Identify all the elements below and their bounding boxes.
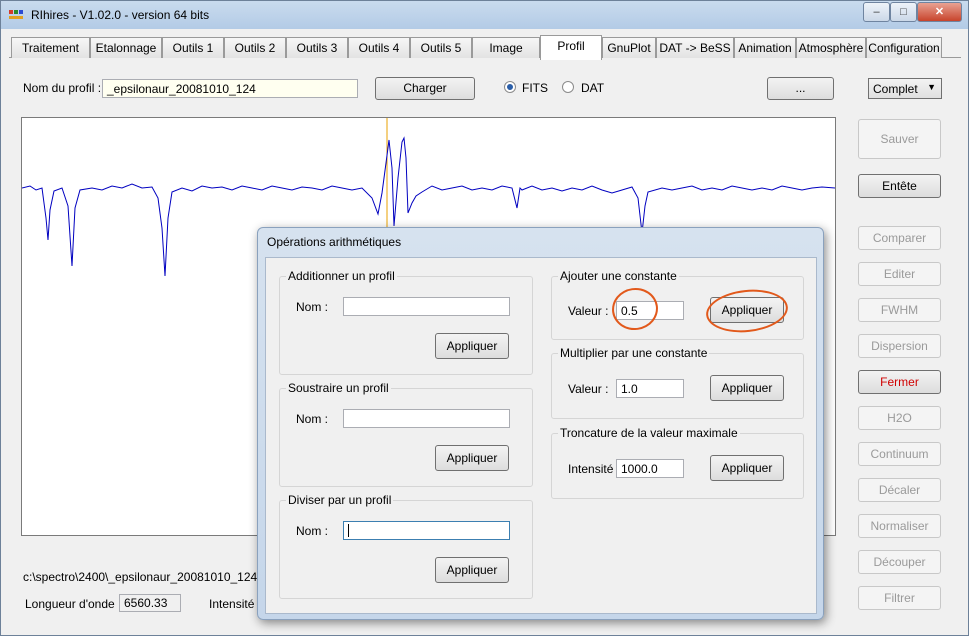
tab-outils-2[interactable]: Outils 2: [224, 37, 286, 58]
subtract-profile-group: Soustraire un profil Nom : Appliquer: [279, 381, 533, 487]
browse-button[interactable]: ...: [767, 77, 834, 100]
add-profile-group: Additionner un profil Nom : Appliquer: [279, 269, 533, 375]
subtract-profile-title: Soustraire un profil: [286, 381, 391, 395]
dispersion-button[interactable]: Dispersion: [858, 334, 941, 358]
continuum-button[interactable]: Continuum: [858, 442, 941, 466]
tab-traitement[interactable]: Traitement: [11, 37, 90, 58]
mode-select-value: Complet: [873, 82, 918, 96]
tab-atmosphere[interactable]: Atmosphère: [796, 37, 866, 58]
arithmetic-dialog: Opérations arithmétiques Additionner un …: [257, 227, 824, 620]
wavelength-label: Longueur d'onde :: [25, 597, 122, 611]
tab-outils-4[interactable]: Outils 4: [348, 37, 410, 58]
filter-button[interactable]: Filtrer: [858, 586, 941, 610]
tab-animation[interactable]: Animation: [734, 37, 796, 58]
mode-select[interactable]: Complet ▼: [868, 78, 942, 99]
fwhm-button[interactable]: FWHM: [858, 298, 941, 322]
tab-outils-3[interactable]: Outils 3: [286, 37, 348, 58]
add-profile-title: Additionner un profil: [286, 269, 397, 283]
header-button[interactable]: Entête: [858, 174, 941, 198]
truncate-max-title: Troncature de la valeur maximale: [558, 426, 740, 440]
truncate-max-apply-button[interactable]: Appliquer: [710, 455, 784, 481]
truncate-max-intensity-label: Intensité :: [568, 462, 621, 476]
tab-outils-5[interactable]: Outils 5: [410, 37, 472, 58]
dat-radio-label: DAT: [581, 81, 605, 95]
compare-button[interactable]: Comparer: [858, 226, 941, 250]
h2o-button[interactable]: H2O: [858, 406, 941, 430]
window-title: RIhires - V1.02.0 - version 64 bits: [31, 8, 210, 22]
file-path: c:\spectro\2400\_epsilonaur_20081010_124…: [23, 570, 270, 584]
add-constant-value-label: Valeur :: [568, 304, 609, 318]
divide-profile-name-field[interactable]: [343, 521, 510, 540]
tab-image[interactable]: Image: [472, 37, 540, 58]
dat-radio[interactable]: [562, 81, 574, 93]
app-icon: [9, 10, 23, 19]
multiply-constant-title: Multiplier par une constante: [558, 346, 710, 360]
subtract-profile-apply-button[interactable]: Appliquer: [435, 445, 509, 471]
save-button[interactable]: Sauver: [858, 119, 941, 159]
normalize-button[interactable]: Normaliser: [858, 514, 941, 538]
subtract-profile-name-field[interactable]: [343, 409, 510, 428]
profile-name-label: Nom du profil :: [23, 81, 102, 95]
add-constant-title: Ajouter une constante: [558, 269, 679, 283]
truncate-max-group: Troncature de la valeur maximale Intensi…: [551, 426, 804, 499]
shift-button[interactable]: Décaler: [858, 478, 941, 502]
multiply-constant-value-field[interactable]: 1.0: [616, 379, 684, 398]
tab-configuration[interactable]: Configuration: [866, 37, 942, 58]
tab-etalonnage[interactable]: Etalonnage: [90, 37, 162, 58]
truncate-max-value-field[interactable]: 1000.0: [616, 459, 684, 478]
divide-profile-title: Diviser par un profil: [286, 493, 394, 507]
close-profile-button[interactable]: Fermer: [858, 370, 941, 394]
minimize-button[interactable]: –: [863, 2, 890, 22]
intensity-label: Intensité :: [209, 597, 262, 611]
divide-profile-apply-button[interactable]: Appliquer: [435, 557, 509, 583]
close-button[interactable]: ✕: [917, 2, 962, 22]
profile-name-field[interactable]: _epsilonaur_20081010_124: [102, 79, 358, 98]
fits-radio-label: FITS: [522, 81, 548, 95]
wavelength-value: 6560.33: [119, 594, 181, 612]
subtract-profile-name-label: Nom :: [296, 412, 329, 426]
tab-gnuplot[interactable]: GnuPlot: [602, 37, 656, 58]
add-profile-name-label: Nom :: [296, 300, 329, 314]
tab-profil[interactable]: Profil: [540, 35, 602, 60]
maximize-button[interactable]: □: [890, 2, 917, 22]
load-button[interactable]: Charger: [375, 77, 475, 100]
tab-dat-bess[interactable]: DAT -> BeSS: [656, 37, 734, 58]
text-cursor: [348, 524, 349, 537]
cut-button[interactable]: Découper: [858, 550, 941, 574]
add-profile-apply-button[interactable]: Appliquer: [435, 333, 509, 359]
edit-button[interactable]: Editer: [858, 262, 941, 286]
fits-radio[interactable]: [504, 81, 516, 93]
divide-profile-name-label: Nom :: [296, 524, 329, 538]
add-profile-name-field[interactable]: [343, 297, 510, 316]
divide-profile-group: Diviser par un profil Nom : Appliquer: [279, 493, 533, 599]
dialog-title: Opérations arithmétiques: [267, 235, 402, 249]
chevron-down-icon: ▼: [927, 82, 936, 92]
multiply-constant-apply-button[interactable]: Appliquer: [710, 375, 784, 401]
multiply-constant-value-label: Valeur :: [568, 382, 609, 396]
multiply-constant-group: Multiplier par une constante Valeur : 1.…: [551, 346, 804, 419]
title-bar[interactable]: RIhires - V1.02.0 - version 64 bits – □ …: [1, 1, 968, 29]
tab-outils-1[interactable]: Outils 1: [162, 37, 224, 58]
